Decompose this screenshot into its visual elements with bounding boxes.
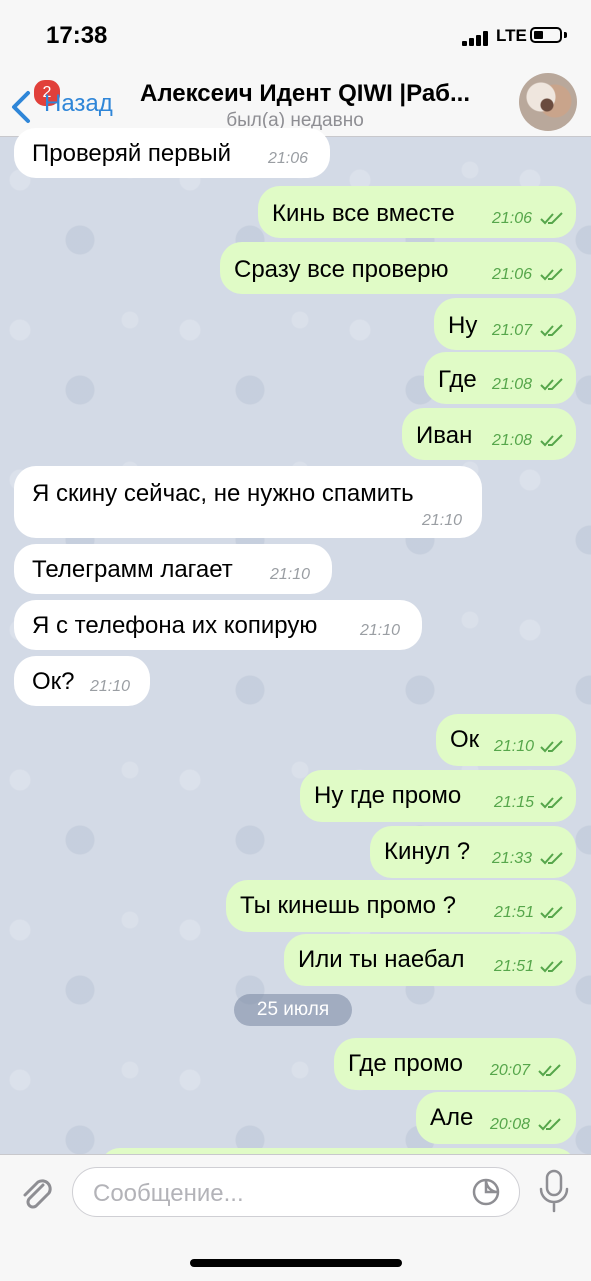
message-time: 21:06 (492, 266, 533, 283)
message-bubble[interactable]: Где промо 20:07 (334, 1038, 576, 1090)
back-label: Назад (44, 90, 113, 117)
message-bubble[interactable]: Или ты наебал 21:51 (284, 934, 576, 986)
read-check-icon (540, 212, 563, 225)
message-time: 21:10 (422, 512, 463, 529)
read-check-icon (538, 1118, 561, 1131)
message-text: Или ты наебал (298, 946, 465, 973)
message-bubble[interactable]: Ты кинешь промо ? 21:51 (226, 880, 576, 932)
message-time: 21:33 (492, 850, 533, 867)
read-check-icon (540, 378, 563, 391)
message-text: Я с телефона их копирую (32, 612, 318, 639)
read-check-icon (540, 796, 563, 809)
message-time: 20:07 (490, 1062, 531, 1079)
message-bubble[interactable]: Ок? 21:10 (14, 656, 150, 706)
message-time: 21:10 (494, 738, 535, 755)
message-text: Кинь все вместе (272, 200, 455, 227)
message-bubble[interactable]: Але 20:08 (416, 1092, 576, 1144)
message-bubble[interactable]: Где 21:08 (424, 352, 576, 404)
message-time: 21:06 (268, 150, 309, 167)
signal-icon (462, 30, 492, 46)
message-placeholder: Сообщение... (93, 1180, 244, 1207)
read-check-icon (540, 906, 563, 919)
paperclip-icon[interactable] (16, 1173, 56, 1213)
network-label: LTE (496, 26, 527, 45)
status-time: 17:38 (46, 22, 108, 49)
message-bubble[interactable]: Телеграмм лагает 21:10 (14, 544, 332, 594)
message-time: 21:51 (494, 958, 535, 975)
message-bubble[interactable]: Ок 21:10 (436, 714, 576, 766)
read-check-icon (540, 434, 563, 447)
message-text: Проверяй первый (32, 140, 232, 167)
message-text: Кинул ? (384, 838, 471, 865)
home-indicator[interactable] (190, 1259, 402, 1267)
message-bubble[interactable]: Ну где промо 21:15 (300, 770, 576, 822)
message-bubble[interactable]: Сразу все проверю 21:06 (220, 242, 576, 294)
sticker-icon[interactable] (471, 1177, 501, 1207)
read-check-icon (540, 268, 563, 281)
battery-tip (564, 32, 567, 38)
date-separator: 25 июля (234, 994, 352, 1026)
read-check-icon (540, 960, 563, 973)
back-button[interactable]: 2 Назад (10, 78, 130, 123)
message-text: Я скину сейчас, не нужно спамить (32, 480, 414, 507)
read-check-icon (540, 740, 563, 753)
read-check-icon (540, 852, 563, 865)
message-time: 21:15 (494, 794, 535, 811)
message-text: Ну (448, 312, 478, 339)
message-bubble[interactable]: Я скину сейчас, не нужно спамить 21:10 (14, 466, 482, 538)
message-time: 21:10 (270, 566, 311, 583)
message-text: Иван (416, 422, 473, 449)
message-time: 21:51 (494, 904, 535, 921)
message-time: 21:07 (492, 322, 533, 339)
message-time: 21:06 (492, 210, 533, 227)
read-check-icon (540, 324, 563, 337)
message-bubble[interactable]: Кинь все вместе 21:06 (258, 186, 576, 238)
message-text: Где промо (348, 1050, 463, 1077)
chat-header: 2 Назад Алексеич Идент QIWI |Раб... был(… (0, 70, 591, 137)
battery-icon (530, 27, 562, 43)
message-time: 20:08 (490, 1116, 531, 1133)
message-time: 21:10 (90, 678, 131, 695)
chevron-left-icon (12, 91, 30, 123)
message-text: Але (430, 1104, 474, 1131)
message-text: Ты кинешь промо ? (240, 892, 457, 919)
message-time: 21:08 (492, 432, 533, 449)
avatar[interactable] (519, 73, 577, 131)
message-bubble[interactable]: Ну 21:07 (434, 298, 576, 350)
message-text: Где (438, 366, 477, 393)
message-bubble[interactable]: Иван 21:08 (402, 408, 576, 460)
message-text: Сразу все проверю (234, 256, 449, 283)
message-bubble[interactable]: Я с телефона их копирую 21:10 (14, 600, 422, 650)
message-bubble[interactable]: Проверяй первый 21:06 (14, 128, 330, 178)
message-text: Телеграмм лагает (32, 556, 233, 583)
chat-title[interactable]: Алексеич Идент QIWI |Раб... (140, 80, 510, 108)
message-text: Ну где промо (314, 782, 462, 809)
message-bubble[interactable]: Кинул ? 21:33 (370, 826, 576, 878)
message-text: Ок? (32, 668, 75, 695)
message-text: Ок (450, 726, 480, 753)
status-bar: 17:38 LTE (0, 0, 591, 70)
read-check-icon (538, 1064, 561, 1077)
microphone-icon[interactable] (536, 1169, 572, 1215)
message-time: 21:08 (492, 376, 533, 393)
message-input[interactable]: Сообщение... (72, 1167, 520, 1217)
message-time: 21:10 (360, 622, 401, 639)
